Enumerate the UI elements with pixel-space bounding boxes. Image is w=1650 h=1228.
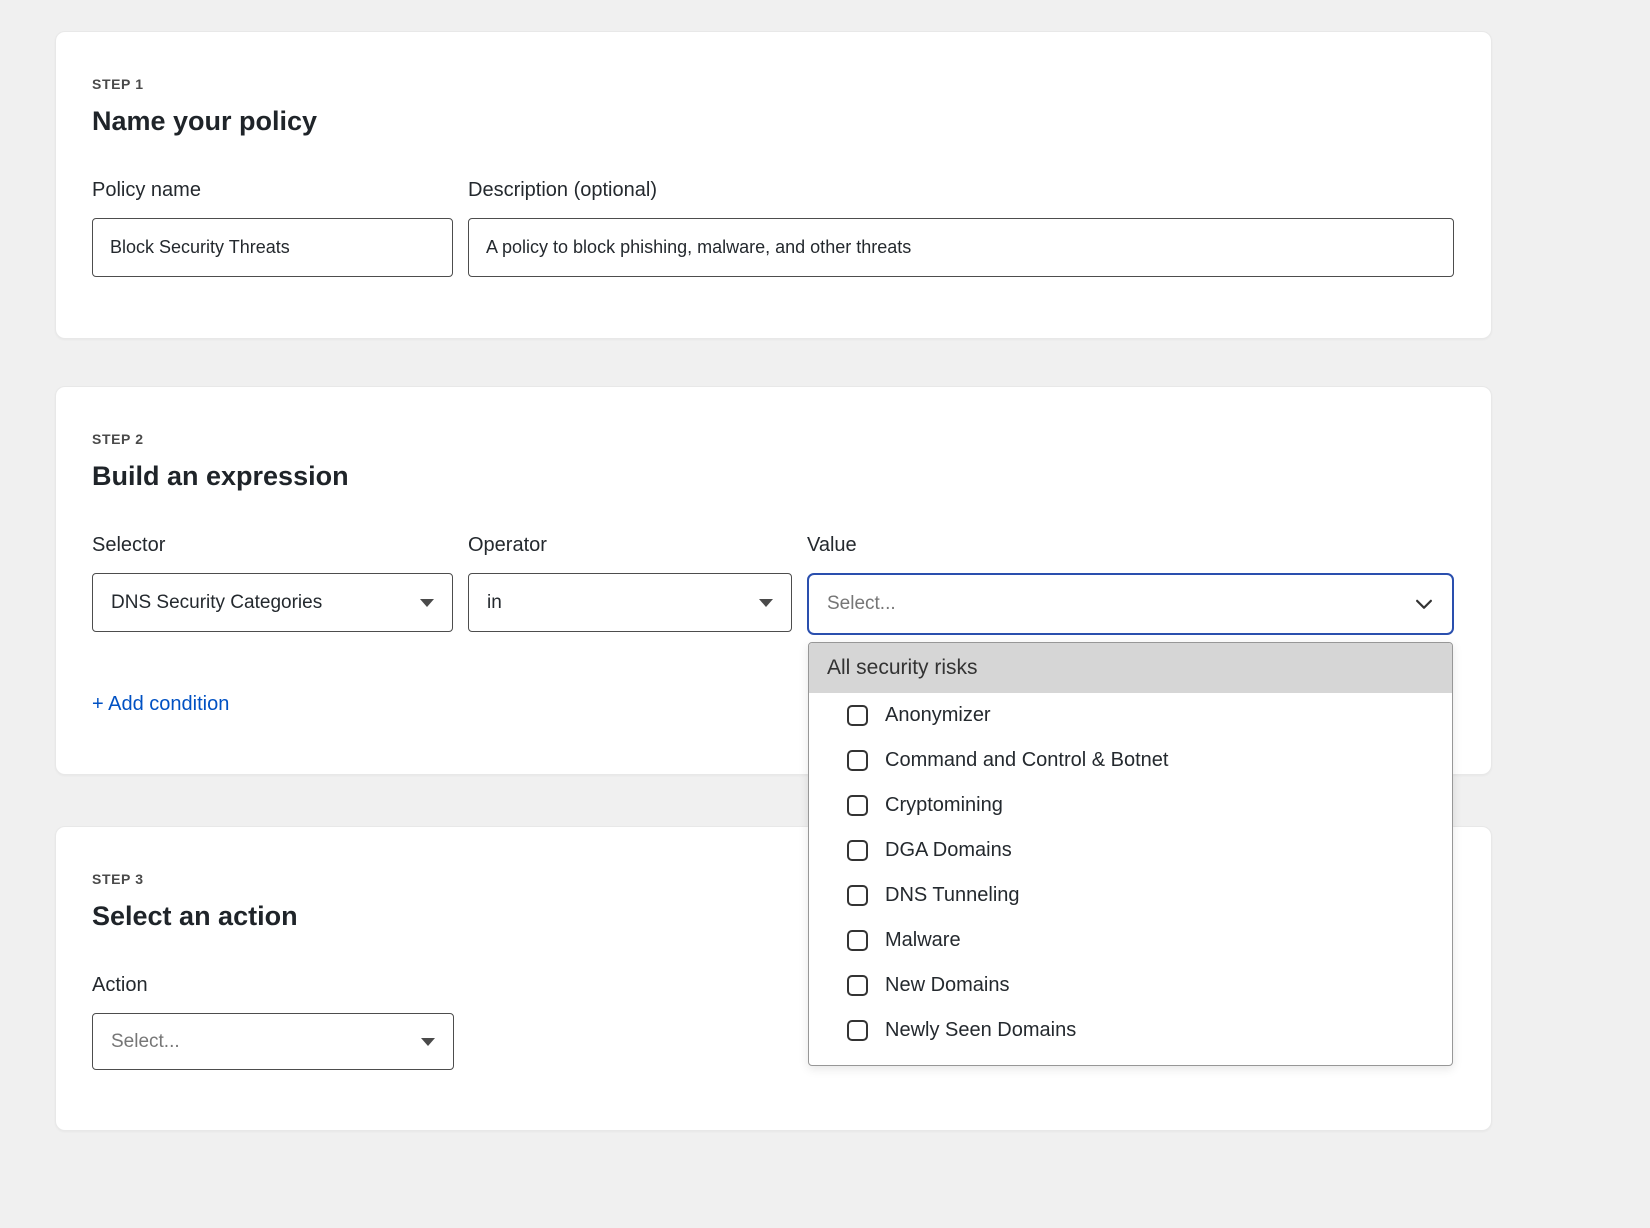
checkbox-icon[interactable] xyxy=(847,705,868,726)
policy-name-field-group: Policy name xyxy=(92,179,453,277)
dropdown-option[interactable]: Cryptomining xyxy=(809,783,1452,828)
action-dropdown-placeholder: Select... xyxy=(111,1031,180,1053)
step2-label: STEP 2 xyxy=(92,431,1455,447)
dropdown-option[interactable]: Command and Control & Botnet xyxy=(809,738,1452,783)
dropdown-option[interactable]: New Domains xyxy=(809,963,1452,1008)
value-dropdown-wrapper: Select... All security risks Anonymizer xyxy=(807,573,1454,635)
action-field-group: Action Select... xyxy=(92,974,454,1070)
step1-title: Name your policy xyxy=(92,106,1455,137)
value-field-group: Value Select... All security risks Ano xyxy=(807,534,1454,635)
value-dropdown[interactable]: Select... xyxy=(807,573,1454,635)
selector-field-group: Selector DNS Security Categories xyxy=(92,534,453,632)
dropdown-option-label: Cryptomining xyxy=(885,794,1003,817)
description-input[interactable] xyxy=(468,218,1454,277)
value-dropdown-placeholder: Select... xyxy=(827,593,896,615)
caret-down-icon xyxy=(420,599,434,607)
checkbox-icon[interactable] xyxy=(847,930,868,951)
step1-label: STEP 1 xyxy=(92,76,1455,92)
chevron-down-icon xyxy=(1414,594,1434,614)
selector-label: Selector xyxy=(92,534,453,557)
operator-label: Operator xyxy=(468,534,792,557)
description-field-group: Description (optional) xyxy=(468,179,1454,277)
operator-field-group: Operator in xyxy=(468,534,792,632)
checkbox-icon[interactable] xyxy=(847,975,868,996)
operator-dropdown[interactable]: in xyxy=(468,573,792,632)
checkbox-icon[interactable] xyxy=(847,1020,868,1041)
dropdown-option[interactable]: DNS Tunneling xyxy=(809,873,1452,918)
checkbox-icon[interactable] xyxy=(847,885,868,906)
selector-dropdown[interactable]: DNS Security Categories xyxy=(92,573,453,632)
caret-down-icon xyxy=(759,599,773,607)
dropdown-option-label: Anonymizer xyxy=(885,704,991,727)
dropdown-option-label: Command and Control & Botnet xyxy=(885,749,1169,772)
step2-card: STEP 2 Build an expression Selector DNS … xyxy=(55,386,1492,775)
selector-dropdown-value: DNS Security Categories xyxy=(111,592,322,614)
dropdown-option[interactable]: Anonymizer xyxy=(809,693,1452,738)
dropdown-option[interactable]: Newly Seen Domains xyxy=(809,1008,1452,1053)
policy-name-input[interactable] xyxy=(92,218,453,277)
value-label: Value xyxy=(807,534,1454,557)
step2-title: Build an expression xyxy=(92,461,1455,492)
dropdown-option[interactable]: DGA Domains xyxy=(809,828,1452,873)
dropdown-option-label: Malware xyxy=(885,929,961,952)
caret-down-icon xyxy=(421,1038,435,1046)
dropdown-option-label: New Domains xyxy=(885,974,1009,997)
dropdown-option[interactable]: Malware xyxy=(809,918,1452,963)
checkbox-icon[interactable] xyxy=(847,840,868,861)
operator-dropdown-value: in xyxy=(487,592,502,614)
policy-name-label: Policy name xyxy=(92,179,453,202)
dropdown-option-label: Newly Seen Domains xyxy=(885,1019,1076,1042)
checkbox-icon[interactable] xyxy=(847,795,868,816)
step1-card: STEP 1 Name your policy Policy name Desc… xyxy=(55,31,1492,339)
policy-builder-page: STEP 1 Name your policy Policy name Desc… xyxy=(0,0,1650,1228)
dropdown-option-label: DNS Tunneling xyxy=(885,884,1020,907)
dropdown-option-label: DGA Domains xyxy=(885,839,1012,862)
add-condition-link[interactable]: + Add condition xyxy=(92,693,229,716)
description-label: Description (optional) xyxy=(468,179,1454,202)
value-dropdown-menu: All security risks Anonymizer Command an… xyxy=(808,642,1453,1066)
checkbox-icon[interactable] xyxy=(847,750,868,771)
action-dropdown[interactable]: Select... xyxy=(92,1013,454,1070)
dropdown-group-header[interactable]: All security risks xyxy=(809,643,1452,693)
action-label: Action xyxy=(92,974,454,997)
